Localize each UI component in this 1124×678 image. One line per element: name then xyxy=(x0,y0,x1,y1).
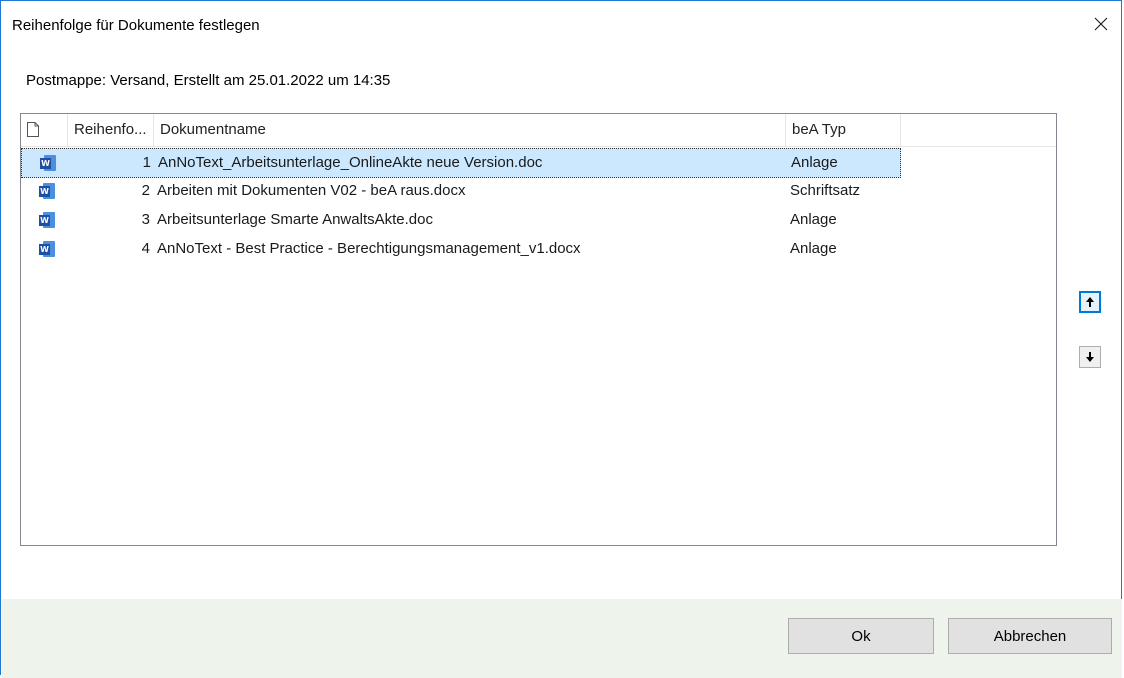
table-row[interactable]: W 2 Arbeiten mit Dokumenten V02 - beA ra… xyxy=(21,177,901,207)
row-order: 1 xyxy=(142,154,151,171)
row-order: 4 xyxy=(141,240,150,257)
row-bea-type: Anlage xyxy=(790,240,837,257)
header-type-column[interactable]: beA Typ xyxy=(786,114,901,146)
row-bea-type: Schriftsatz xyxy=(790,182,861,199)
dialog-window: Reihenfolge für Dokumente festlegen Post… xyxy=(0,0,1122,678)
list-header: Reihenfo... Dokumentname beA Typ xyxy=(21,114,1056,147)
arrow-up-icon xyxy=(1086,297,1094,307)
ok-button[interactable]: Ok xyxy=(788,618,934,654)
row-order: 3 xyxy=(141,211,150,228)
title-bar: Reihenfolge für Dokumente festlegen xyxy=(1,1,1121,49)
dialog-title: Reihenfolge für Dokumente festlegen xyxy=(12,17,260,34)
row-document-name: Arbeitsunterlage Smarte AnwaltsAkte.doc xyxy=(157,211,433,228)
word-document-icon: W xyxy=(40,155,56,172)
document-list[interactable]: Reihenfo... Dokumentname beA Typ W 1 AnN… xyxy=(20,113,1057,546)
row-document-name: AnNoText_Arbeitsunterlage_OnlineAkte neu… xyxy=(158,154,543,171)
word-document-icon: W xyxy=(39,183,55,200)
row-bea-type: Anlage xyxy=(791,154,838,171)
move-up-button[interactable] xyxy=(1079,291,1101,313)
cancel-button[interactable]: Abbrechen xyxy=(948,618,1112,654)
close-button[interactable] xyxy=(1081,7,1121,41)
word-document-icon: W xyxy=(39,241,55,258)
document-icon xyxy=(27,122,39,137)
arrow-down-icon xyxy=(1086,352,1094,362)
row-document-name: Arbeiten mit Dokumenten V02 - beA raus.d… xyxy=(157,182,466,199)
row-order: 2 xyxy=(141,182,150,199)
table-row[interactable]: W 4 AnNoText - Best Practice - Berechtig… xyxy=(21,235,901,265)
table-row[interactable]: W 1 AnNoText_Arbeitsunterlage_OnlineAkte… xyxy=(21,148,901,178)
header-order-column[interactable]: Reihenfo... xyxy=(68,114,154,146)
move-down-button[interactable] xyxy=(1079,346,1101,368)
table-row[interactable]: W 3 Arbeitsunterlage Smarte AnwaltsAkte.… xyxy=(21,206,901,236)
close-icon xyxy=(1094,17,1108,31)
word-document-icon: W xyxy=(39,212,55,229)
header-name-column[interactable]: Dokumentname xyxy=(154,114,786,146)
row-bea-type: Anlage xyxy=(790,211,837,228)
row-document-name: AnNoText - Best Practice - Berechtigungs… xyxy=(157,240,581,257)
header-icon-column[interactable] xyxy=(21,114,68,146)
postmappe-info: Postmappe: Versand, Erstellt am 25.01.20… xyxy=(26,72,391,89)
